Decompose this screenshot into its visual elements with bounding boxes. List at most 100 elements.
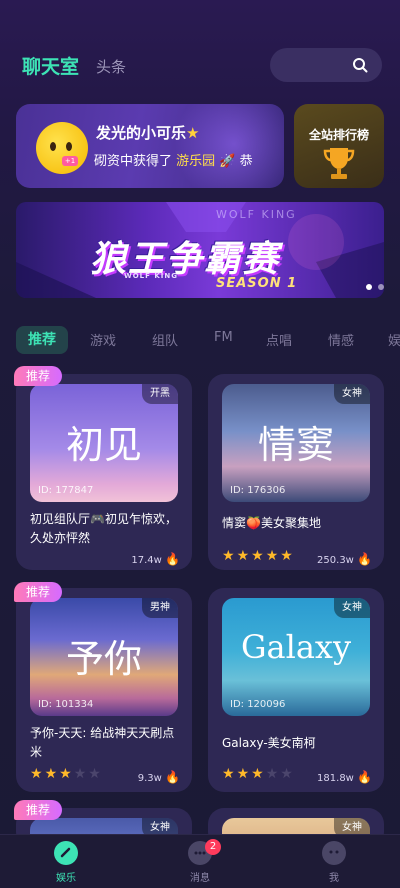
room-id: ID: 177847 [38,485,94,496]
room-name: 予你-天天: 给战神天天刷点米 [30,726,175,759]
recommend-badge: 推荐 [14,582,62,602]
star-icon: ★ [265,766,281,782]
star-icon: ★ [88,766,103,782]
trophy-icon [323,148,355,179]
star-icon: ★ [59,766,74,782]
room-tag: 女神 [334,598,370,618]
room-card[interactable]: 情窦 女神 ID: 176306 情窦🍑美女聚集地 ★★★★★ 250.3w 🔥 [208,374,384,570]
count-value: 181.8w [317,773,354,784]
banner-glow [174,104,284,188]
fire-icon: 🔥 [357,770,372,784]
room-card[interactable]: 初见 开黑 ID: 177847 初见组队厅🎮初见乍惊欢，久处亦怦然 17.4w… [16,374,192,570]
star-icon: ★ [30,766,45,782]
avatar-badge: +1 [62,156,78,166]
fire-icon: 🔥 [165,770,180,784]
thumbnail-title: Galaxy [240,628,352,666]
star-icon: ★ [222,548,237,564]
carousel-dot [378,284,384,290]
category-tab-sing[interactable]: 点唱 [266,330,292,349]
nav-item-messages[interactable]: 2 消息 [160,835,240,888]
event-title: 狼王争霸赛 [90,239,281,280]
category-tab-games[interactable]: 游戏 [90,330,116,349]
room-count: 250.3w 🔥 [317,552,372,566]
entertainment-icon [54,841,78,865]
fire-icon: 🔥 [357,552,372,566]
event-brand: WOLF KING [216,208,297,221]
search-icon [353,58,368,73]
carousel-dot-active [366,284,372,290]
nav-label: 娱乐 [56,873,76,884]
room-card[interactable]: 予你 男神 ID: 101334 予你-天天: 给战神天天刷点米 ★★★★★ 9… [16,588,192,792]
category-tab-team[interactable]: 组队 [152,330,178,349]
category-tab-emotion[interactable]: 情感 [328,330,354,349]
avatar-eye [50,142,56,151]
message-highlight: 游乐园 [176,154,216,169]
room-card[interactable]: Galaxy 女神 ID: 120096 Galaxy-美女南柯 ★★★★★ 1… [208,588,384,792]
username-text: 发光的小可乐 [96,124,187,142]
star-icon: ★ [265,548,281,564]
nav-label: 消息 [190,873,210,884]
room-count: 17.4w 🔥 [131,552,180,566]
welcome-banner[interactable]: +1 发光的小可乐★ 砌资中获得了 游乐园 🚀 恭 [16,104,284,188]
star-rating: ★★★★★ [30,766,103,782]
nav-item-profile[interactable]: 我 [294,835,374,888]
room-count: 9.3w 🔥 [138,770,180,784]
star-rating: ★★★★★ [222,766,295,782]
welcome-username: 发光的小可乐★ [96,122,199,143]
room-id: ID: 101334 [38,699,94,710]
room-thumbnail: 情窦 女神 ID: 176306 [222,384,370,502]
room-thumbnail: 初见 开黑 ID: 177847 [30,384,178,502]
event-subtitle: SEASON 1 [216,276,298,291]
category-tab-entertainment[interactable]: 娱 [388,330,400,349]
tab-headlines[interactable]: 头条 [96,56,126,77]
room-count: 181.8w 🔥 [317,770,372,784]
category-tab-recommend[interactable]: 推荐 [16,326,68,354]
star-icon: ★ [236,548,252,564]
room-tag: 男神 [142,598,178,618]
room-name: Galaxy-美女南柯 [222,736,316,750]
room-tag: 女神 [334,384,370,404]
star-icon: ★ [251,766,266,782]
star-icon: ★ [236,766,252,782]
star-icon: ★ [280,548,295,564]
welcome-message: 砌资中获得了 游乐园 🚀 恭 [94,150,253,169]
message-suffix: 恭 [239,154,253,169]
category-tabs: 推荐 游戏 组队 FM 点唱 情感 娱 [0,322,400,358]
star-icon: ★ [44,766,60,782]
thumbnail-title: 初见 [65,423,142,467]
room-thumbnail: 予你 男神 ID: 101334 [30,598,178,716]
ranking-card[interactable]: 全站排行榜 [294,104,384,188]
message-prefix: 砌资中获得了 [94,154,173,169]
thumbnail-title: 情窦 [257,423,334,467]
fire-icon: 🔥 [165,552,180,566]
avatar-eye [66,142,72,151]
profile-icon [322,841,346,865]
category-tab-fm[interactable]: FM [214,330,233,345]
avatar: +1 [36,122,88,174]
tab-chatroom[interactable]: 聊天室 [22,52,79,79]
star-rating: ★★★★★ [222,548,295,564]
message-count-badge: 2 [205,839,221,855]
room-thumbnail: Galaxy 女神 ID: 120096 [222,598,370,716]
recommend-badge: 推荐 [14,800,62,820]
thumbnail-title: 予你 [65,637,142,681]
recommend-badge: 推荐 [14,366,62,386]
nav-item-entertainment[interactable]: 娱乐 [26,835,106,888]
count-value: 250.3w [317,555,354,566]
star-icon: ★ [251,548,266,564]
bottom-nav: 娱乐 2 消息 我 [0,834,400,888]
count-value: 9.3w [137,773,162,784]
star-icon: ★ [186,124,200,142]
room-name: 初见组队厅🎮初见乍惊欢，久处亦怦然 [30,512,177,545]
header: 聊天室 头条 [0,0,400,100]
search-button[interactable] [270,48,382,82]
count-value: 17.4w [131,555,162,566]
ranking-label: 全站排行榜 [308,128,369,142]
event-banner[interactable]: WOLF KING 狼王争霸赛 SEASON 1 WOLF KING [16,202,384,298]
event-brand-small: WOLF KING [124,272,178,280]
star-icon: ★ [222,766,237,782]
star-icon: ★ [280,766,295,782]
star-icon: ★ [73,766,89,782]
room-id: ID: 176306 [230,485,286,496]
room-id: ID: 120096 [230,699,286,710]
